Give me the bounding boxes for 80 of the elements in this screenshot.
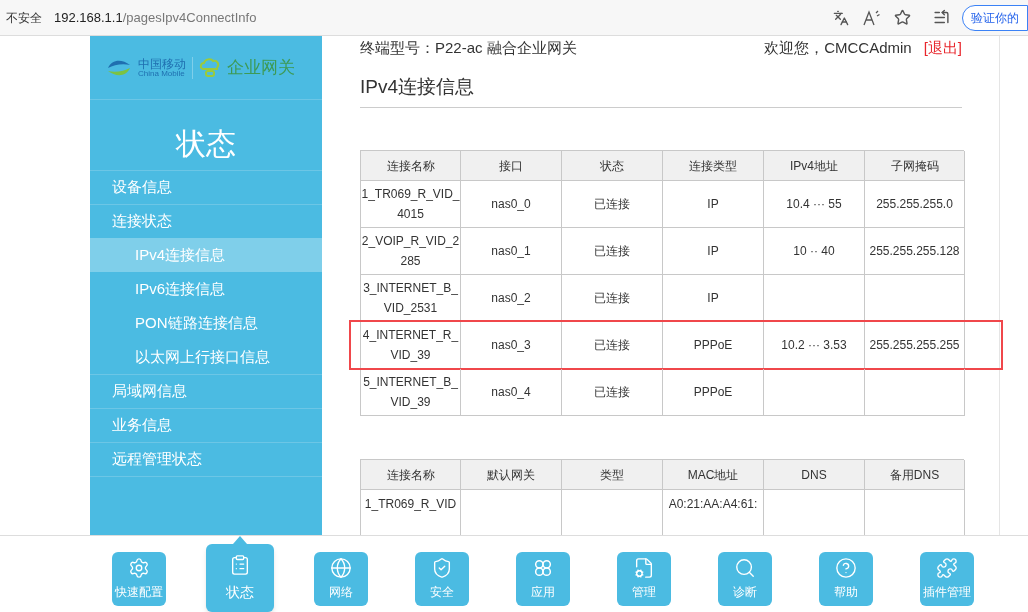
four-circles-icon	[532, 557, 554, 579]
sidebar-item[interactable]: IPv6连接信息	[90, 272, 322, 306]
table-cell: IP	[663, 228, 764, 275]
table-cell: IP	[663, 275, 764, 322]
table-cell: nas0_2	[461, 275, 562, 322]
column-header: 默认网关	[461, 460, 562, 490]
favorites-list-icon[interactable]	[933, 9, 950, 26]
table-cell: 3_INTERNET_B_ VID_2531	[361, 275, 461, 322]
column-header: 类型	[562, 460, 663, 490]
security-label[interactable]: 不安全	[6, 8, 42, 27]
favorite-icon[interactable]	[894, 9, 911, 26]
cloud-chat-icon	[199, 56, 221, 79]
table-cell: 已连接	[562, 322, 663, 369]
nav-button[interactable]: 网络	[314, 552, 368, 606]
column-header: 连接名称	[361, 460, 461, 490]
search-icon	[734, 557, 756, 579]
sidebar-item[interactable]: IPv4连接信息	[90, 238, 322, 272]
table-cell: nas0_3	[461, 322, 562, 369]
globe-icon	[330, 557, 352, 579]
nav-button[interactable]: 插件管理	[920, 552, 974, 606]
column-header: 连接名称	[361, 151, 461, 181]
sidebar-item[interactable]: 局域网信息	[90, 374, 322, 408]
table-cell: IP	[663, 181, 764, 228]
nav-button[interactable]: 应用	[516, 552, 570, 606]
table-cell: 255.255.255.255	[865, 322, 965, 369]
table-cell: 4_INTERNET_R_ VID_39	[361, 322, 461, 369]
nav-button[interactable]: 安全	[415, 552, 469, 606]
table-cell: 2_VOIP_R_VID_2 285	[361, 228, 461, 275]
logout-link[interactable]: [退出]	[923, 37, 962, 60]
column-header: 状态	[562, 151, 663, 181]
brand-name: 中国移动	[138, 57, 186, 70]
document-gear-icon	[633, 557, 655, 579]
sidebar-item[interactable]: 以太网上行接口信息	[90, 340, 322, 374]
page-title: IPv4连接信息	[360, 74, 475, 99]
table-cell: 已连接	[562, 369, 663, 416]
column-header: 连接类型	[663, 151, 764, 181]
nav-button[interactable]: 快速配置	[112, 552, 166, 606]
nav-button[interactable]: 诊断	[718, 552, 772, 606]
sidebar-item[interactable]: 设备信息	[90, 170, 322, 204]
welcome-text: 欢迎您，CMCCAdmin	[764, 38, 912, 58]
table-cell: 10.2 ··· 3.53	[764, 322, 865, 369]
product-name: 企业网关	[227, 56, 295, 79]
puzzle-icon	[936, 557, 958, 579]
clipboard-icon	[229, 553, 251, 576]
table-cell: 1_TR069_R_VID_ 4015	[361, 181, 461, 228]
table-cell: 10.4 ··· 55	[764, 181, 865, 228]
read-aloud-icon[interactable]	[863, 9, 880, 26]
column-header: 备用DNS	[865, 460, 965, 490]
column-header: IPv4地址	[764, 151, 865, 181]
table-cell: 255.255.255.0	[865, 181, 965, 228]
nav-button[interactable]: 状态	[206, 544, 274, 612]
column-header: DNS	[764, 460, 865, 490]
help-icon	[835, 557, 857, 579]
sidebar-item[interactable]: 业务信息	[90, 408, 322, 442]
sidebar-item[interactable]: PON链路连接信息	[90, 306, 322, 340]
nav-button[interactable]: 帮助	[819, 552, 873, 606]
gear-icon	[128, 557, 150, 579]
column-header: 子网掩码	[865, 151, 965, 181]
translate-icon[interactable]	[833, 9, 849, 26]
sidebar-item[interactable]: 远程管理状态	[90, 442, 322, 476]
column-header: 接口	[461, 151, 562, 181]
table-cell: 已连接	[562, 228, 663, 275]
table-cell: nas0_4	[461, 369, 562, 416]
nav-button[interactable]: 管理	[617, 552, 671, 606]
table-cell: PPPoE	[663, 322, 764, 369]
table-cell: PPPoE	[663, 369, 764, 416]
brand-name-english: China Mobile	[138, 69, 186, 78]
shield-check-icon	[431, 557, 453, 579]
section-heading: 状态	[176, 126, 236, 162]
table-cell: nas0_0	[461, 181, 562, 228]
address-field[interactable]: 192.168.1.1/pagesIpv4ConnectInfo	[54, 7, 833, 28]
table-cell: 10 ·· 40	[764, 228, 865, 275]
table-cell: nas0_1	[461, 228, 562, 275]
table-cell: 5_INTERNET_B_ VID_39	[361, 369, 461, 416]
column-header: MAC地址	[663, 460, 764, 490]
device-model: 终端型号：P22-ac 融合企业网关	[360, 38, 577, 58]
table-cell: 255.255.255.128	[865, 228, 965, 275]
table-cell: 已连接	[562, 275, 663, 322]
verify-button[interactable]: 验证你的	[962, 4, 1028, 31]
table-cell: 已连接	[562, 181, 663, 228]
